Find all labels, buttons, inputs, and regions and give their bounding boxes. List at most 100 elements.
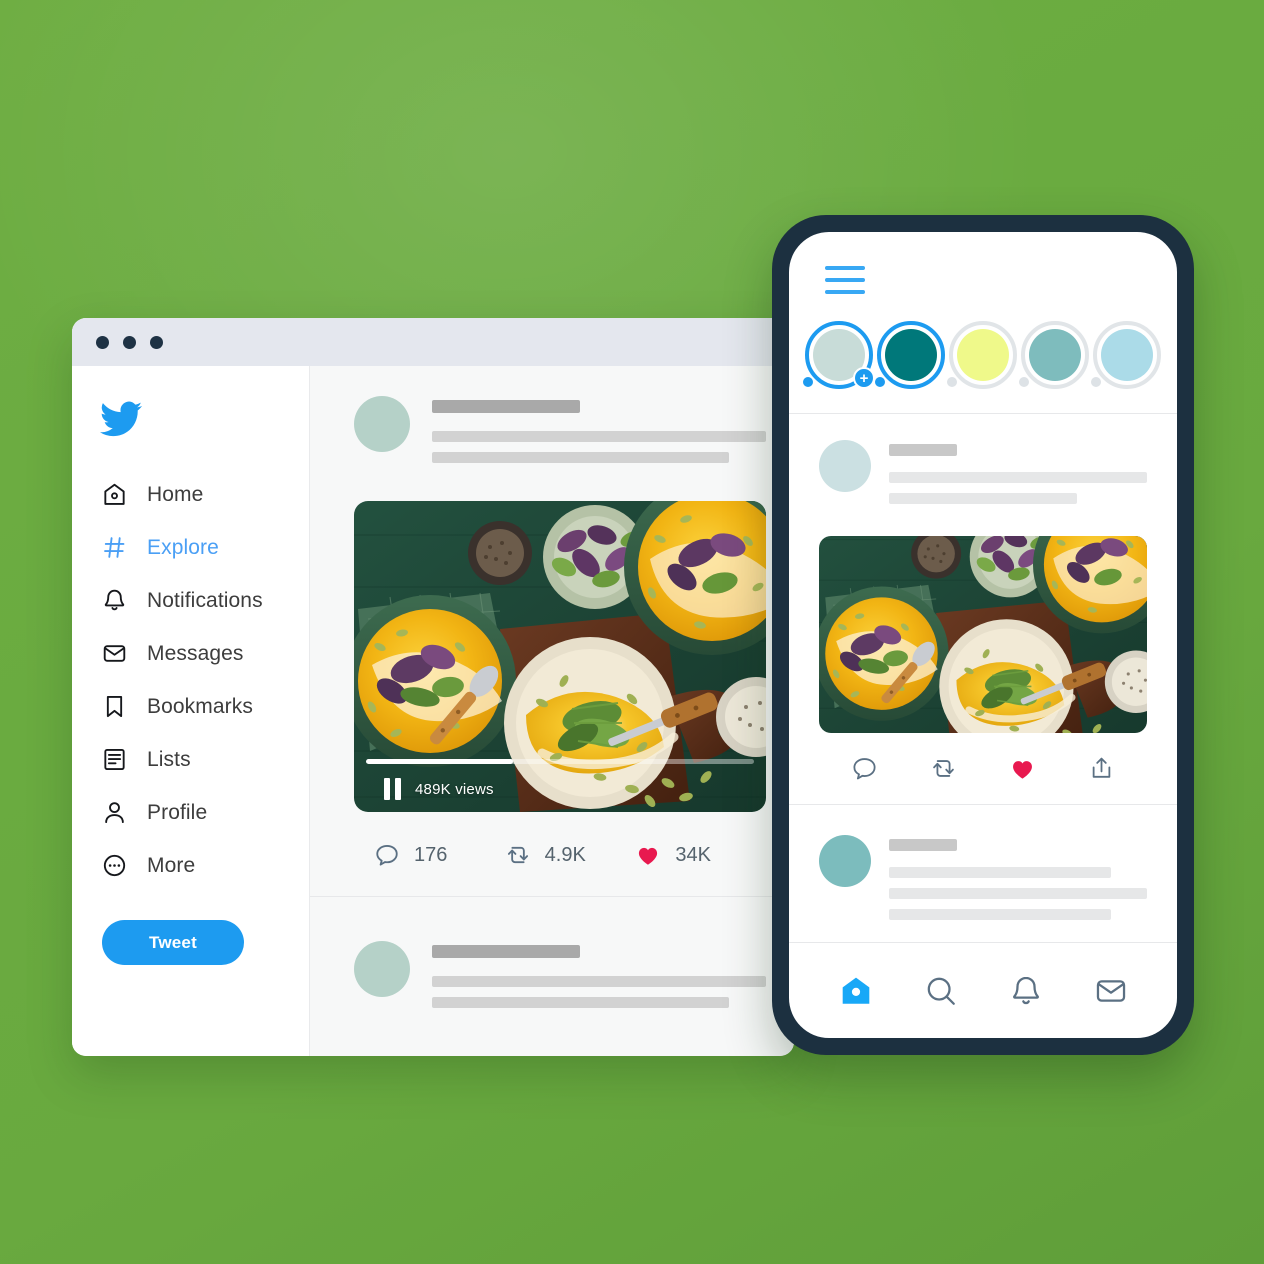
sidebar-item-label: Home [147, 482, 204, 506]
feed-column[interactable]: 489K views 176 4.9K 34K [309, 366, 794, 1056]
sidebar-item-label: Notifications [147, 588, 263, 612]
search-icon[interactable] [924, 974, 958, 1008]
bell-icon[interactable] [1009, 974, 1043, 1008]
window-title-bar [72, 318, 794, 366]
video-views-label: 489K views [415, 780, 494, 798]
placeholder-name-bar [432, 400, 580, 413]
sidebar-item-more[interactable]: More [72, 839, 309, 892]
retweet-icon [505, 842, 531, 868]
reply-count: 176 [414, 843, 448, 866]
placeholder-line [889, 472, 1147, 483]
mobile-post-actions [819, 733, 1147, 804]
list-icon [102, 747, 127, 772]
placeholder-line [889, 493, 1078, 504]
placeholder-line [432, 431, 766, 442]
retweet-action[interactable]: 4.9K [505, 842, 636, 868]
avatar[interactable] [354, 941, 410, 997]
sidebar-item-label: More [147, 853, 196, 877]
story-indicator-dot [803, 377, 813, 387]
heart-icon [635, 842, 661, 868]
more-circle-icon [102, 853, 127, 878]
story-item-2[interactable] [875, 321, 945, 389]
sidebar-item-home[interactable]: Home [72, 468, 309, 521]
heart-icon[interactable] [1009, 755, 1036, 782]
avatar[interactable] [819, 440, 871, 492]
sidebar-item-profile[interactable]: Profile [72, 786, 309, 839]
story-avatar [1101, 329, 1153, 381]
placeholder-name-bar [889, 444, 957, 456]
story-add[interactable]: + [803, 321, 875, 389]
video-meta: 489K views [384, 778, 494, 800]
mobile-placeholder-text [889, 440, 1147, 514]
mobile-placeholder-text [889, 835, 1147, 930]
post-header [354, 941, 766, 1018]
envelope-icon[interactable] [1094, 974, 1128, 1008]
sidebar-item-label: Profile [147, 800, 208, 824]
mobile-post-header [819, 835, 1147, 930]
avatar[interactable] [354, 396, 410, 452]
hashtag-icon [102, 535, 127, 560]
mobile-phone-frame: + [772, 215, 1194, 1055]
post-media-video[interactable]: 489K views [354, 501, 766, 812]
story-indicator-dot [875, 377, 885, 387]
video-progress-bar[interactable] [366, 759, 754, 764]
sidebar-item-label: Lists [147, 747, 191, 771]
mockup-stage: Home Explore Notifications Messages Book… [0, 0, 1264, 1264]
mobile-header: + [789, 232, 1177, 413]
story-avatar [957, 329, 1009, 381]
mobile-post [789, 414, 1177, 804]
placeholder-line [432, 452, 730, 463]
feed-post: 489K views 176 4.9K 34K [310, 366, 794, 868]
twitter-bird-logo[interactable] [100, 398, 142, 440]
sidebar-item-explore[interactable]: Explore [72, 521, 309, 574]
avatar[interactable] [819, 835, 871, 887]
sidebar: Home Explore Notifications Messages Book… [72, 366, 309, 1056]
bell-icon [102, 588, 127, 613]
sidebar-item-messages[interactable]: Messages [72, 627, 309, 680]
placeholder-name-bar [432, 945, 580, 958]
mobile-bottom-nav [789, 942, 1177, 1038]
compose-tweet-button[interactable]: Tweet [102, 920, 244, 965]
story-item-5[interactable] [1091, 321, 1161, 389]
comment-icon[interactable] [851, 755, 878, 782]
home-filled-icon[interactable] [839, 974, 873, 1008]
mobile-post-media[interactable] [819, 536, 1147, 733]
share-icon[interactable] [1088, 755, 1115, 782]
story-item-4[interactable] [1019, 321, 1089, 389]
reply-action[interactable]: 176 [374, 842, 505, 868]
story-avatar [885, 329, 937, 381]
window-dot-3[interactable] [150, 335, 163, 349]
placeholder-line [889, 867, 1111, 878]
like-action[interactable]: 34K [635, 842, 766, 868]
stories-row: + [789, 294, 1177, 413]
desktop-content: Home Explore Notifications Messages Book… [72, 366, 794, 1056]
placeholder-line [889, 888, 1147, 899]
pause-icon[interactable] [384, 778, 401, 800]
sidebar-item-label: Bookmarks [147, 694, 253, 718]
food-photo [819, 536, 1147, 733]
sidebar-item-bookmarks[interactable]: Bookmarks [72, 680, 309, 733]
mobile-post-header [819, 440, 1147, 514]
sidebar-item-label: Messages [147, 641, 244, 665]
video-progress-fill [366, 759, 514, 764]
home-icon [102, 482, 127, 507]
mobile-post-2 [789, 805, 1177, 930]
sidebar-item-lists[interactable]: Lists [72, 733, 309, 786]
story-item-3[interactable] [947, 321, 1017, 389]
add-story-plus-icon[interactable]: + [853, 367, 875, 389]
retweet-icon[interactable] [930, 755, 957, 782]
placeholder-name-bar [889, 839, 957, 851]
sidebar-item-notifications[interactable]: Notifications [72, 574, 309, 627]
placeholder-line [432, 976, 766, 987]
person-icon [102, 800, 127, 825]
mobile-spacer [789, 930, 1177, 942]
food-photo [354, 501, 766, 812]
window-dot-2[interactable] [123, 335, 136, 349]
desktop-browser-window: Home Explore Notifications Messages Book… [72, 318, 794, 1056]
placeholder-line [432, 997, 730, 1008]
post-placeholder-text [432, 396, 766, 473]
sidebar-item-label: Explore [147, 535, 219, 559]
post-header [354, 396, 766, 473]
window-dot-1[interactable] [96, 335, 109, 349]
hamburger-menu-icon[interactable] [825, 266, 865, 294]
